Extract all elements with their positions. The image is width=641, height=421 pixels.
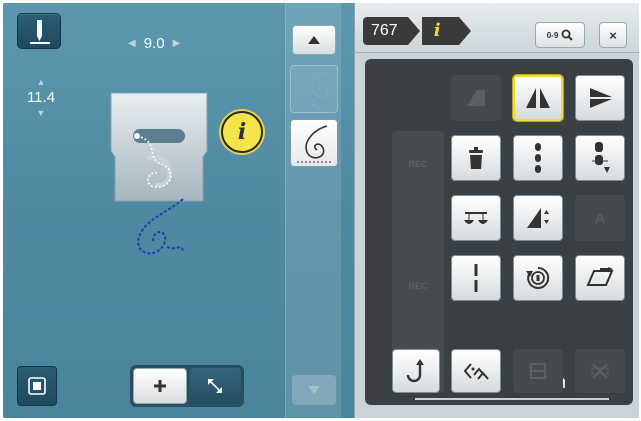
sewing-screen: ◀ 9.0 ▶ ▲ 11.4 ▼ i 767 i 0-9 × REC REC A xyxy=(3,3,639,418)
return-button[interactable] xyxy=(392,349,440,393)
needle-position-icon xyxy=(30,20,50,44)
triangle-stepper-icon xyxy=(527,208,549,228)
disabled-icon xyxy=(530,363,546,379)
scroll-down-button[interactable] xyxy=(292,375,336,405)
slant-button[interactable] xyxy=(575,255,625,301)
pattern-repeat-button[interactable] xyxy=(575,135,625,181)
zoom-fit-button[interactable] xyxy=(189,368,241,404)
stitch-width-value: 9.0 xyxy=(143,35,165,52)
square-view-icon xyxy=(28,377,46,395)
stitch-thumbnail-current[interactable] xyxy=(290,119,338,167)
triangle-up-icon xyxy=(308,36,320,44)
stitch-width-control[interactable]: ◀ 9.0 ▶ xyxy=(128,35,180,52)
slant-parallelogram-icon xyxy=(586,267,614,286)
stitch-pattern-icon xyxy=(297,125,333,163)
plus-icon xyxy=(153,380,166,392)
edit-panel: 767 i 0-9 × REC REC A xyxy=(354,3,639,418)
stitch-preview-pane: ◀ 9.0 ▶ ▲ 11.4 ▼ i xyxy=(3,3,355,418)
rec-label: REC xyxy=(408,281,428,291)
search-icon xyxy=(561,29,573,41)
trash-icon xyxy=(469,147,483,169)
font-tile-label: A xyxy=(594,210,606,226)
disabled-tile xyxy=(575,349,625,393)
slant-disabled-icon xyxy=(467,90,485,106)
straight-stitch-icon xyxy=(474,264,478,292)
chevron-left-icon[interactable]: ◀ xyxy=(128,38,136,49)
disabled-tile xyxy=(451,75,501,121)
mirror-left-right-button[interactable] xyxy=(513,75,563,121)
mirror-up-down-icon xyxy=(590,88,612,108)
stitch-points-icon xyxy=(535,143,541,173)
needle-position-button[interactable] xyxy=(17,13,61,49)
edit-panel-header: 767 i 0-9 × xyxy=(355,3,639,53)
info-icon: i xyxy=(237,119,247,145)
app-root: ◀ 9.0 ▶ ▲ 11.4 ▼ i 767 i 0-9 × REC REC A xyxy=(0,0,641,421)
delete-button[interactable] xyxy=(451,135,501,181)
stitch-pattern-icon xyxy=(311,71,329,110)
pattern-number[interactable]: 767 xyxy=(363,17,420,45)
rec-label: REC xyxy=(408,159,428,169)
pattern-length-button[interactable] xyxy=(513,195,563,241)
close-icon: × xyxy=(609,27,617,43)
search-label: 0-9 xyxy=(546,30,559,40)
zoom-in-button[interactable] xyxy=(133,368,187,404)
stitch-length-control[interactable]: ▲ 11.4 ▼ xyxy=(21,75,61,120)
stitch-thumbnail-previous[interactable] xyxy=(290,65,338,113)
chevron-up-icon[interactable]: ▲ xyxy=(21,75,61,89)
chevron-right-icon[interactable]: ▶ xyxy=(173,38,181,49)
presser-foot-image xyxy=(110,92,208,255)
stitch-length-value: 11.4 xyxy=(26,89,56,106)
grid-divider xyxy=(415,398,609,400)
presser-foot-preview xyxy=(103,91,215,273)
scroll-up-button[interactable] xyxy=(292,25,336,55)
sequence-button[interactable] xyxy=(451,349,501,393)
triangle-down-icon xyxy=(308,386,320,394)
repeat-icon xyxy=(526,266,550,289)
return-arrow-icon xyxy=(406,359,424,383)
balance-button[interactable] xyxy=(451,195,501,241)
repeat-segments-icon xyxy=(592,142,610,173)
number-search-button[interactable]: 0-9 xyxy=(535,22,585,48)
function-grid: REC REC A xyxy=(365,59,633,405)
disabled-icon xyxy=(591,363,609,379)
mirror-up-down-button[interactable] xyxy=(575,75,625,121)
zoom-controls xyxy=(130,365,244,407)
info-tab[interactable]: i xyxy=(421,17,471,45)
balance-icon xyxy=(464,212,488,224)
chevron-down-icon[interactable]: ▼ xyxy=(21,106,61,120)
pattern-end-icon xyxy=(463,363,489,380)
close-button[interactable]: × xyxy=(599,22,627,48)
expand-arrows-icon xyxy=(208,379,223,393)
font-size-disabled: A xyxy=(575,195,625,241)
info-button[interactable]: i xyxy=(221,111,263,153)
breadcrumb: 767 i xyxy=(363,17,475,45)
stitch-density-button[interactable] xyxy=(513,135,563,181)
repeat-button[interactable] xyxy=(513,255,563,301)
stitch-scroll-column xyxy=(285,3,341,418)
mirror-left-right-icon xyxy=(526,88,550,108)
view-toggle-button[interactable] xyxy=(17,366,57,406)
disabled-tile xyxy=(513,349,563,393)
straight-stitch-button[interactable] xyxy=(451,255,501,301)
